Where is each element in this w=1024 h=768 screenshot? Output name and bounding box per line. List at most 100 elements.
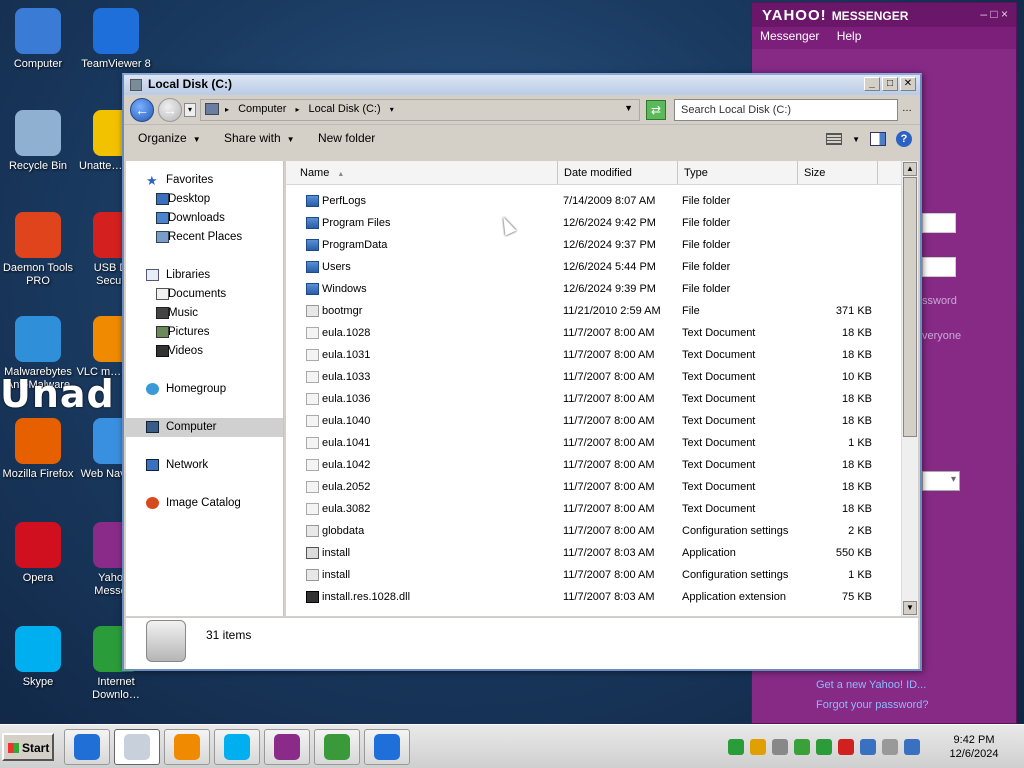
nav-homegroup[interactable]: Homegroup (126, 380, 283, 399)
nav-videos[interactable]: Videos (126, 342, 283, 361)
breadcrumb-computer[interactable]: Computer (238, 103, 286, 115)
nav-favorites[interactable]: ★ Favorites (126, 171, 283, 190)
taskbar-button-winrar[interactable] (314, 729, 360, 765)
desktop-icon-monitor[interactable]: Computer (0, 8, 78, 71)
forgot-password-link[interactable]: Forgot your password? (816, 699, 929, 711)
breadcrumb-local-disk[interactable]: Local Disk (C:) (309, 103, 381, 115)
nav-pictures[interactable]: Pictures (126, 323, 283, 342)
maximize-button[interactable]: □ (882, 77, 898, 91)
file-name: bootmgr (322, 305, 363, 317)
taskbar-button-teamviewer[interactable] (364, 729, 410, 765)
tray-icon[interactable] (904, 739, 920, 755)
file-row[interactable]: eula.1042 11/7/2007 8:00 AM Text Document 1… (286, 455, 900, 477)
help-icon[interactable]: ? (896, 131, 912, 147)
desktop-icon-skype[interactable]: Skype (0, 626, 78, 689)
nav-music[interactable]: Music (126, 304, 283, 323)
file-row[interactable]: eula.1033 11/7/2007 8:00 AM Text Document 1… (286, 367, 900, 389)
ym-password-field[interactable] (922, 257, 956, 277)
ym-window-controls[interactable]: – □ × (980, 7, 1008, 21)
nav-network[interactable]: Network (126, 456, 283, 475)
tray-icon[interactable] (750, 739, 766, 755)
desktop-icon-recycle-bin[interactable]: Recycle Bin (0, 110, 78, 173)
recent-pages-dropdown[interactable]: ▾ (184, 103, 196, 117)
file-row[interactable]: globdata 11/7/2007 8:00 AM Configuration s… (286, 521, 900, 543)
file-row[interactable]: Users 12/6/2024 5:44 PM File folder (286, 257, 900, 279)
desktop-icon-opera[interactable]: Opera (0, 522, 78, 585)
tray-icon[interactable] (728, 739, 744, 755)
back-button[interactable]: ← (130, 98, 154, 122)
file-row[interactable]: eula.1031 11/7/2007 8:00 AM Text Document 1… (286, 345, 900, 367)
tray-icon[interactable] (838, 739, 854, 755)
refresh-button[interactable]: ⇄ (646, 100, 666, 120)
nav-downloads[interactable]: Downloads (126, 209, 283, 228)
file-row[interactable]: eula.1041 11/7/2007 8:00 AM Text Document 1… (286, 433, 900, 455)
tray-icon[interactable] (772, 739, 788, 755)
yahoo-id-field[interactable] (922, 213, 956, 233)
file-row[interactable]: Windows 12/6/2024 9:39 PM File folder (286, 279, 900, 301)
taskbar-button-explorer-drive[interactable] (114, 729, 160, 765)
ym-menu-messenger[interactable]: Messenger (760, 29, 819, 43)
file-row[interactable]: bootmgr 11/21/2010 2:59 AM File 371 KB (286, 301, 900, 323)
nav-image-catalog[interactable]: Image Catalog (126, 494, 283, 513)
column-name[interactable]: Name ▲ (286, 161, 558, 185)
start-button[interactable]: Start (2, 733, 54, 761)
scroll-thumb[interactable] (903, 177, 917, 437)
chevron-right-icon[interactable]: ▸ (295, 105, 299, 114)
file-row[interactable]: PerfLogs 7/14/2009 8:07 AM File folder (286, 191, 900, 213)
file-date-modified: 11/7/2007 8:00 AM (563, 503, 655, 515)
file-row[interactable]: eula.1028 11/7/2007 8:00 AM Text Document 1… (286, 323, 900, 345)
nav-recent-places[interactable]: Recent Places (126, 228, 283, 247)
column-type[interactable]: Type (678, 161, 798, 185)
tray-icon[interactable] (816, 739, 832, 755)
chevron-right-icon[interactable]: ▸ (225, 105, 229, 114)
file-row[interactable]: eula.1036 11/7/2007 8:00 AM Text Document 1… (286, 389, 900, 411)
ym-status-select[interactable] (922, 471, 960, 491)
file-row[interactable]: ProgramData 12/6/2024 9:37 PM File folder (286, 235, 900, 257)
scroll-down-button[interactable]: ▼ (903, 601, 917, 615)
minimize-button[interactable]: _ (864, 77, 880, 91)
nav-desktop[interactable]: Desktop (126, 190, 283, 209)
tray-icon[interactable] (882, 739, 898, 755)
nav-libraries[interactable]: Libraries (126, 266, 283, 285)
chevron-right-icon[interactable]: ▾ (390, 105, 394, 114)
organize-button[interactable]: Organize ▼ (138, 131, 201, 145)
file-row[interactable]: eula.2052 11/7/2007 8:00 AM Text Document 1… (286, 477, 900, 499)
column-size[interactable]: Size (798, 161, 878, 185)
share-with-button[interactable]: Share with ▼ (224, 131, 295, 145)
file-row[interactable]: install.res.1028.dll 11/7/2007 8:03 AM App… (286, 587, 900, 609)
desktop-icon-firefox[interactable]: Mozilla Firefox (0, 418, 78, 481)
ym-menu-help[interactable]: Help (837, 29, 862, 43)
text-icon (306, 459, 319, 471)
taskbar-button-media-player[interactable] (164, 729, 210, 765)
nav-computer[interactable]: Computer (126, 418, 283, 437)
new-folder-button[interactable]: New folder (318, 131, 375, 145)
address-bar[interactable]: ▸ Computer ▸ Local Disk (C:) ▾ ▼ (200, 99, 640, 121)
tray-icon[interactable] (860, 739, 876, 755)
tray-icon[interactable] (794, 739, 810, 755)
explorer-titlebar[interactable]: Local Disk (C:) _ □ ✕ (124, 75, 920, 95)
view-list-icon[interactable] (826, 133, 843, 145)
file-row[interactable]: eula.3082 11/7/2007 8:00 AM Text Document 1… (286, 499, 900, 521)
file-row[interactable]: install 11/7/2007 8:03 AM Application 550 K… (286, 543, 900, 565)
file-row[interactable]: eula.1040 11/7/2007 8:00 AM Text Document 1… (286, 411, 900, 433)
file-row[interactable]: Program Files 12/6/2024 9:42 PM File folde… (286, 213, 900, 235)
search-input[interactable]: Search Local Disk (C:) (674, 99, 898, 121)
close-button[interactable]: ✕ (900, 77, 916, 91)
clock[interactable]: 9:42 PM 12/6/2024 (944, 733, 1004, 761)
get-yahoo-id-link[interactable]: Get a new Yahoo! ID... (816, 679, 926, 691)
taskbar-button-yahoo-messenger[interactable] (264, 729, 310, 765)
forward-button[interactable]: → (158, 98, 182, 122)
preview-pane-icon[interactable] (870, 132, 886, 146)
address-dropdown-icon[interactable]: ▼ (624, 103, 633, 113)
view-dropdown-icon[interactable]: ▼ (852, 135, 860, 144)
desktop-icon-teamviewer[interactable]: TeamViewer 8 (76, 8, 156, 71)
desktop-icon-daemon-tools[interactable]: Daemon Tools PRO (0, 212, 78, 288)
column-date-modified[interactable]: Date modified (558, 161, 678, 185)
vertical-scrollbar[interactable]: ▲ ▼ (901, 161, 918, 616)
scroll-up-button[interactable]: ▲ (903, 162, 917, 176)
taskbar-button-internet-explorer[interactable] (64, 729, 110, 765)
more-icon[interactable]: … (902, 103, 912, 114)
file-row[interactable]: install 11/7/2007 8:00 AM Configuration se… (286, 565, 900, 587)
nav-documents[interactable]: Documents (126, 285, 283, 304)
taskbar-button-skype[interactable] (214, 729, 260, 765)
